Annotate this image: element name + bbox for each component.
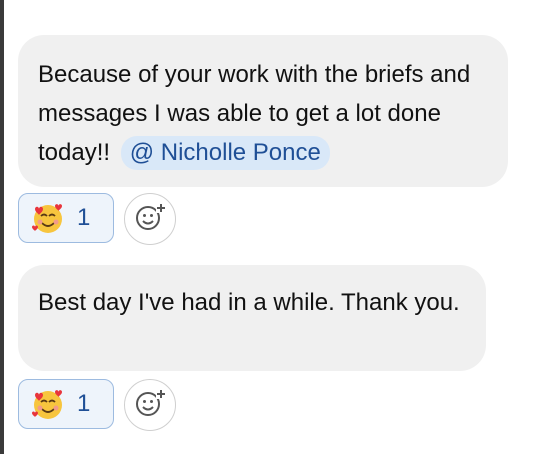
reaction-chip[interactable]: 1 [18, 193, 114, 243]
add-reaction-button[interactable] [124, 193, 176, 245]
reaction-count: 1 [77, 390, 91, 417]
add-reaction-icon [134, 387, 166, 424]
add-reaction-icon [134, 201, 166, 238]
reaction-chip[interactable]: 1 [18, 379, 114, 429]
add-reaction-button[interactable] [124, 379, 176, 431]
reaction-count: 1 [77, 204, 91, 231]
smiling-face-with-hearts-icon [31, 201, 65, 235]
message-text: Best day I've had in a while. Thank you. [38, 289, 460, 316]
message-bubble: Best day I've had in a while. Thank you. [18, 265, 486, 371]
window-edge [0, 0, 4, 454]
message-bubble: Because of your work with the briefs and… [18, 35, 508, 187]
user-mention[interactable]: @ Nicholle Ponce [120, 136, 330, 170]
smiling-face-with-hearts-icon [31, 387, 65, 421]
